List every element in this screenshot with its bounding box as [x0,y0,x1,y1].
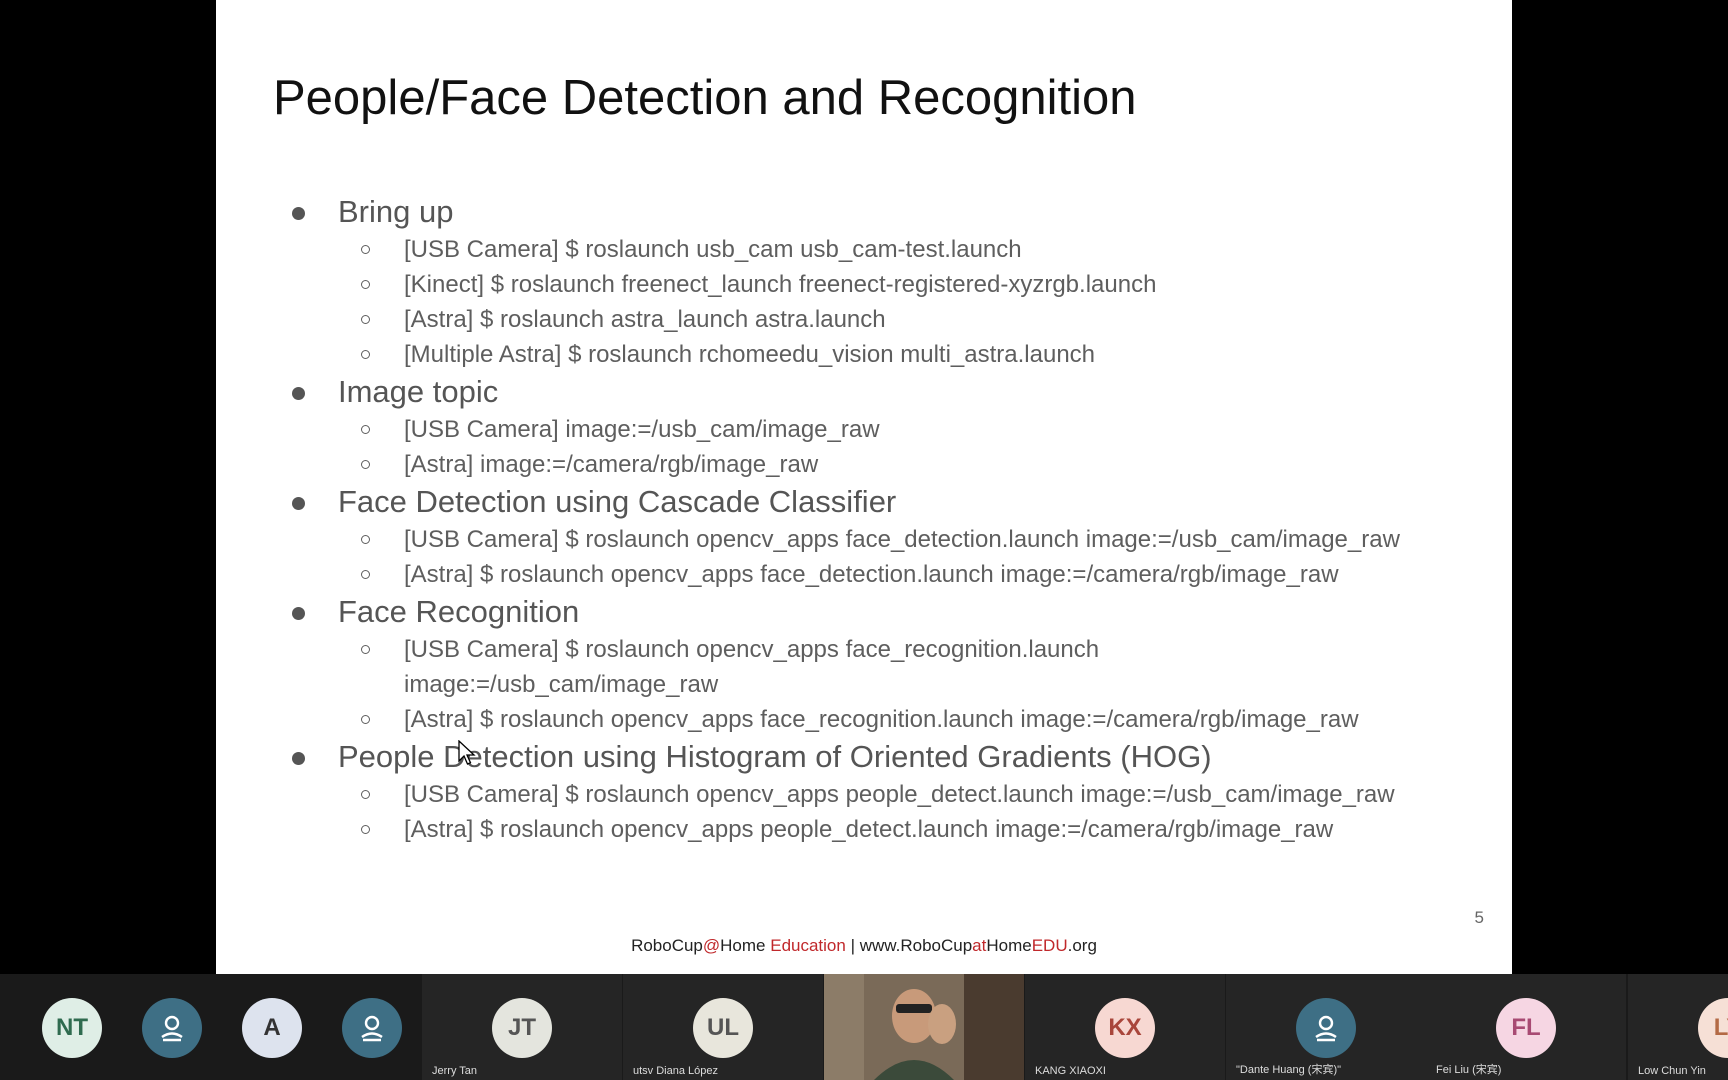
footer-text: @ [702,936,721,955]
circle-bullet-icon [361,570,370,579]
video-feed [824,974,1024,1080]
sub-bullet-text: [USB Camera] $ roslaunch opencv_apps fac… [404,636,1100,698]
participant-name: KANG XIAOXI [1035,1065,1106,1077]
bullet-heading: People Detection using Histogram of Orie… [216,737,1512,777]
footer-text: Home [720,936,771,955]
sub-bullet: [USB Camera] $ roslaunch opencv_apps fac… [216,632,1512,702]
circle-bullet-icon [361,825,370,834]
section-face-recognition: Face Recognition [USB Camera] $ roslaunc… [216,592,1512,737]
bullet-heading: Image topic [216,372,1512,412]
bullet-dot-icon [292,497,305,510]
section-heading: Bring up [338,194,454,229]
section-heading: Face Detection using Cascade Classifier [338,484,897,519]
sub-bullet: [Astra] $ roslaunch opencv_apps face_rec… [216,702,1512,737]
circle-bullet-icon [361,460,370,469]
circle-bullet-icon [361,645,370,654]
footer-text: .org [1067,936,1097,955]
sub-bullet: [Astra] $ roslaunch opencv_apps face_det… [216,557,1512,592]
participant-name: Low Chun Yin [1638,1065,1706,1077]
section-face-detection: Face Detection using Cascade Classifier … [216,482,1512,592]
participant-tile[interactable]: "Dante Huang (宋宾)" [1226,974,1426,1080]
circle-bullet-icon [361,790,370,799]
avatar: LY [1698,998,1728,1058]
sub-bullet-text: [Astra] $ roslaunch opencv_apps face_rec… [404,706,1359,733]
participant-name: utsv Diana López [633,1065,718,1077]
sub-bullet-text: [Kinect] $ roslaunch freenect_launch fre… [404,271,1157,298]
avatar: FL [1496,998,1556,1058]
sub-bullet-text: [Astra] $ roslaunch astra_launch astra.l… [404,306,886,333]
section-bring-up: Bring up [USB Camera] $ roslaunch usb_ca… [216,192,1512,372]
sub-bullet: [USB Camera] $ roslaunch opencv_apps fac… [216,522,1512,557]
bullet-dot-icon [292,607,305,620]
circle-bullet-icon [361,350,370,359]
bullet-heading: Bring up [216,192,1512,232]
circle-bullet-icon [361,425,370,434]
participant-tile[interactable]: LY Low Chun Yin [1628,974,1728,1080]
participant-tile[interactable]: JT Jerry Tan [422,974,622,1080]
sub-bullet: [Astra] $ roslaunch astra_launch astra.l… [216,302,1512,337]
section-image-topic: Image topic [USB Camera] image:=/usb_cam… [216,372,1512,482]
sub-bullet-text: [USB Camera] image:=/usb_cam/image_raw [404,416,880,443]
bullet-dot-icon [292,387,305,400]
sub-bullet: [Kinect] $ roslaunch freenect_launch fre… [216,267,1512,302]
sub-bullet: [Multiple Astra] $ roslaunch rchomeedu_v… [216,337,1512,372]
participant-tile[interactable]: FL Fei Liu (宋宾) [1426,974,1626,1080]
avatar [342,998,402,1058]
sub-bullet: [Astra] image:=/camera/rgb/image_raw [216,447,1512,482]
participant-name: "Dante Huang (宋宾)" [1236,1064,1342,1076]
circle-bullet-icon [361,715,370,724]
sub-bullet-text: [USB Camera] $ roslaunch usb_cam usb_cam… [404,236,1022,263]
participant-strip[interactable]: NT A JT Jerry Tan UL utsv Diana López KX [0,974,1728,1080]
mouse-cursor-icon [458,740,476,765]
circle-bullet-icon [361,315,370,324]
sub-bullet: [USB Camera] image:=/usb_cam/image_raw [216,412,1512,447]
bullet-dot-icon [292,207,305,220]
sub-bullet-text: [Astra] $ roslaunch opencv_apps people_d… [404,816,1334,843]
sub-bullet: [Astra] $ roslaunch opencv_apps people_d… [216,812,1512,847]
avatar: KX [1095,998,1155,1058]
footer-text: | www.RoboCup [845,936,973,955]
footer-text: RoboCup [631,936,703,955]
footer-text: Education [770,936,846,955]
sub-bullet: [USB Camera] $ roslaunch opencv_apps peo… [216,777,1512,812]
participant-name: Fei Liu (宋宾) [1436,1064,1502,1076]
section-heading: Image topic [338,374,499,409]
sub-bullet-text: [USB Camera] $ roslaunch opencv_apps fac… [404,526,1400,553]
sub-bullet-text: [Astra] image:=/camera/rgb/image_raw [404,451,819,478]
section-heading: Face Recognition [338,594,580,629]
avatar [1296,998,1356,1058]
participant-name: Jerry Tan [432,1065,478,1077]
circle-bullet-icon [361,280,370,289]
sub-bullet-text: [USB Camera] $ roslaunch opencv_apps peo… [404,781,1395,808]
sub-bullet-text: [Multiple Astra] $ roslaunch rchomeedu_v… [404,341,1096,368]
slide-footer: RoboCup@Home Education | www.RoboCupatHo… [216,936,1512,956]
slide-number: 5 [1474,908,1484,927]
section-people-detection: People Detection using Histogram of Orie… [216,737,1512,847]
sub-bullet-text: [Astra] $ roslaunch opencv_apps face_det… [404,561,1339,588]
sub-bullet: [USB Camera] $ roslaunch usb_cam usb_cam… [216,232,1512,267]
circle-bullet-icon [361,245,370,254]
presentation-slide: People/Face Detection and Recognition Br… [216,0,1512,974]
bullet-dot-icon [292,752,305,765]
avatar: JT [492,998,552,1058]
participant-tile[interactable]: KX KANG XIAOXI [1025,974,1225,1080]
footer-text: EDU [1031,936,1068,955]
person-icon [361,1015,383,1042]
bullet-list: Bring up [USB Camera] $ roslaunch usb_ca… [216,192,1512,847]
bullet-heading: Face Recognition [216,592,1512,632]
person-icon [1315,1015,1337,1042]
bullet-heading: Face Detection using Cascade Classifier [216,482,1512,522]
participant-tile[interactable]: UL utsv Diana López [623,974,823,1080]
footer-text: Home [986,936,1032,955]
circle-bullet-icon [361,535,370,544]
slide-title: People/Face Detection and Recognition [273,71,1137,125]
participant-video[interactable] [824,974,1024,1080]
footer-text: at [972,936,987,955]
avatar: UL [693,998,753,1058]
